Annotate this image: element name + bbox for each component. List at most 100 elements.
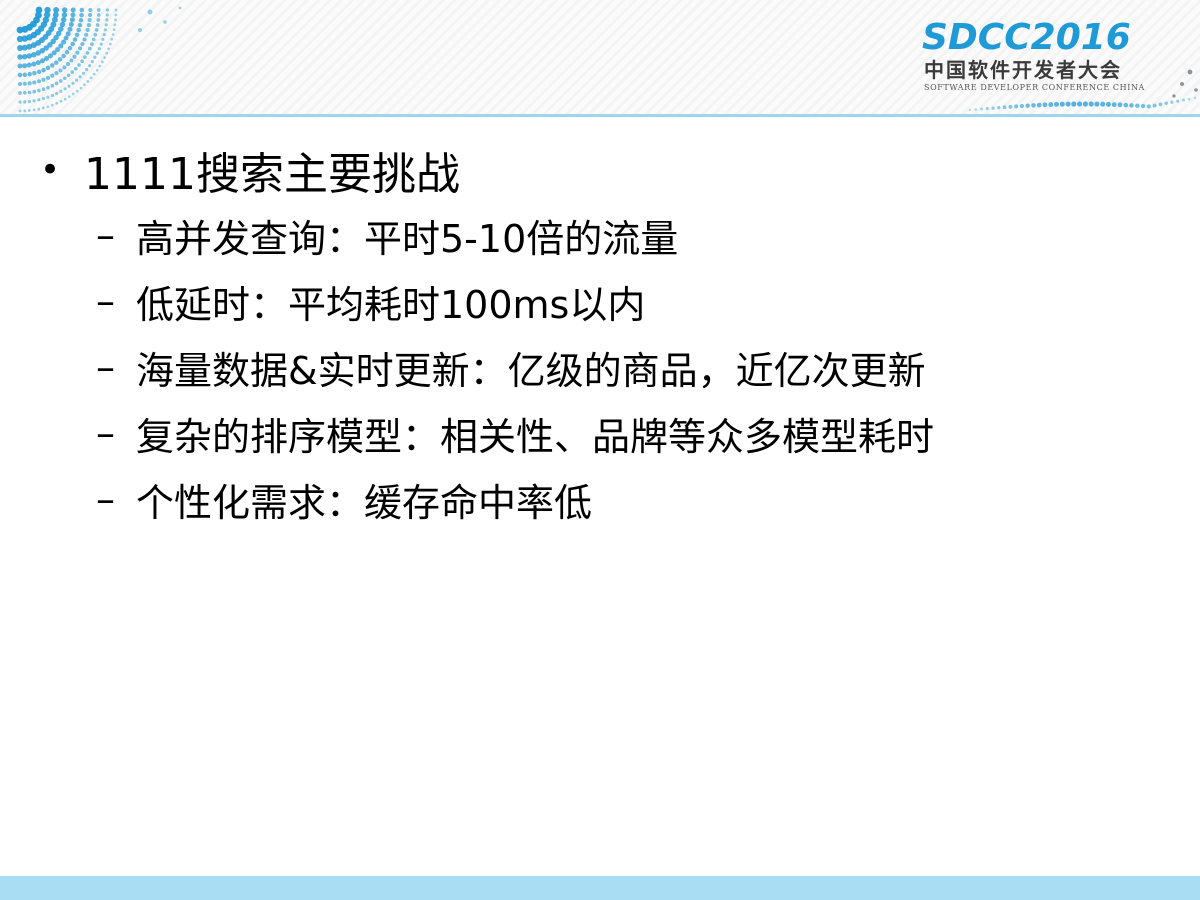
decorative-dot bbox=[70, 70, 75, 74]
decorative-dot bbox=[95, 23, 100, 27]
decorative-dot bbox=[1158, 102, 1163, 107]
decorative-dot bbox=[1031, 103, 1036, 108]
decorative-dot bbox=[27, 90, 32, 95]
decorative-dot bbox=[95, 51, 99, 55]
decorative-dot bbox=[113, 23, 117, 27]
decorative-dot bbox=[79, 12, 84, 18]
decorative-dot bbox=[1048, 102, 1054, 108]
decorative-dot bbox=[57, 57, 63, 62]
decorative-dot bbox=[26, 53, 33, 59]
decorative-dot bbox=[61, 53, 66, 59]
decorative-dot bbox=[1117, 102, 1123, 108]
decorative-dot bbox=[85, 51, 90, 55]
slide-content: • 1111搜索主要挑战 – 高并发查询：平时5-10倍的流量 – 低延时：平均… bbox=[40, 138, 1160, 532]
decorative-dot bbox=[62, 76, 67, 81]
decorative-dot bbox=[75, 50, 80, 55]
decorative-dot bbox=[80, 59, 84, 64]
decorative-dot bbox=[92, 72, 96, 76]
decorative-dot bbox=[18, 109, 22, 113]
sub-bullet: – 高并发查询：平时5-10倍的流量 bbox=[96, 202, 1160, 268]
logo-title: SDCC2016 bbox=[922, 17, 1131, 58]
decorative-dot bbox=[88, 7, 93, 13]
decorative-dot bbox=[32, 70, 37, 76]
decorative-dot bbox=[96, 13, 101, 17]
decorative-dot bbox=[71, 81, 75, 85]
decorative-dot bbox=[70, 41, 75, 47]
decorative-dot bbox=[105, 18, 109, 22]
decorative-dot bbox=[1082, 101, 1088, 107]
decorative-dot bbox=[79, 86, 83, 90]
slide-footer-bar bbox=[0, 876, 1200, 900]
decorative-dot bbox=[81, 71, 86, 75]
decorative-dot bbox=[58, 68, 63, 73]
decorative-dot bbox=[37, 107, 41, 111]
decorative-dot bbox=[103, 56, 106, 59]
decorative-dot bbox=[68, 22, 74, 27]
decorative-dot bbox=[31, 61, 37, 67]
decorative-dot bbox=[54, 71, 59, 76]
decorative-dot bbox=[87, 18, 92, 23]
decorative-dot bbox=[94, 28, 99, 32]
decorative-dot bbox=[62, 65, 67, 70]
decorative-dot bbox=[102, 33, 106, 37]
decorative-dot bbox=[18, 91, 22, 95]
decorative-dot bbox=[27, 81, 32, 86]
sub-bullet: – 低延时：平均耗时100ms以内 bbox=[96, 268, 1160, 334]
dash-icon: – bbox=[96, 213, 115, 257]
decorative-dot bbox=[1135, 103, 1140, 108]
decorative-dot bbox=[178, 6, 182, 10]
decorative-dot bbox=[110, 37, 114, 41]
decorative-dot bbox=[100, 60, 104, 64]
decorative-dot bbox=[72, 54, 77, 59]
decorative-dot bbox=[53, 7, 60, 13]
decorative-dot bbox=[26, 62, 32, 68]
decorative-dot bbox=[82, 37, 87, 42]
decorative-dot bbox=[1180, 82, 1184, 86]
sub-bullet-text: 高并发查询：平时5-10倍的流量 bbox=[136, 216, 679, 261]
decorative-dot bbox=[974, 108, 978, 111]
decorative-dot bbox=[85, 27, 90, 33]
decorative-dot bbox=[64, 49, 70, 55]
decorative-dot bbox=[63, 97, 67, 101]
decorative-dot bbox=[46, 95, 50, 99]
decorative-dot bbox=[147, 9, 153, 15]
decorative-dot bbox=[74, 32, 80, 38]
decorative-dot bbox=[36, 79, 42, 84]
decorative-dot bbox=[32, 80, 37, 85]
decorative-dot bbox=[50, 93, 55, 98]
decorative-dot bbox=[90, 60, 94, 64]
decorative-dot bbox=[70, 7, 76, 13]
decorative-dot bbox=[1187, 97, 1191, 101]
decorative-dot bbox=[63, 87, 67, 91]
decorative-dot bbox=[35, 60, 41, 66]
decorative-dot bbox=[61, 12, 68, 18]
decorative-dot bbox=[97, 47, 101, 51]
decorative-dot bbox=[1164, 101, 1168, 106]
decorative-dot bbox=[111, 33, 115, 36]
decorative-dot bbox=[1152, 103, 1157, 108]
decorative-dot bbox=[76, 27, 81, 33]
decorative-dot bbox=[114, 13, 118, 17]
decorative-dot bbox=[37, 98, 41, 102]
decorative-dot bbox=[36, 69, 42, 75]
decorative-dot bbox=[968, 108, 972, 112]
decorative-dot bbox=[1172, 94, 1176, 98]
decorative-dot bbox=[91, 37, 96, 42]
decorative-dot bbox=[55, 101, 59, 105]
decorative-dot bbox=[1105, 101, 1112, 107]
decorative-dot bbox=[1019, 103, 1025, 109]
decorative-dot bbox=[66, 73, 71, 78]
decorative-dot bbox=[1100, 101, 1106, 107]
logo-english-name: SOFTWARE DEVELOPER CONFERENCE CHINA bbox=[924, 83, 1145, 92]
decorative-dot bbox=[1187, 69, 1193, 75]
sub-bullet-text: 低延时：平均耗时100ms以内 bbox=[136, 282, 646, 327]
decorative-dot bbox=[1053, 101, 1060, 107]
decorative-dot bbox=[59, 89, 63, 93]
decorative-dot bbox=[55, 91, 59, 96]
decorative-dot bbox=[41, 77, 46, 82]
decorative-dot bbox=[1025, 103, 1030, 108]
decorative-dot bbox=[87, 46, 92, 51]
decorative-dot bbox=[1059, 101, 1065, 107]
decorative-dot bbox=[99, 42, 103, 46]
decorative-dot bbox=[1088, 101, 1094, 107]
